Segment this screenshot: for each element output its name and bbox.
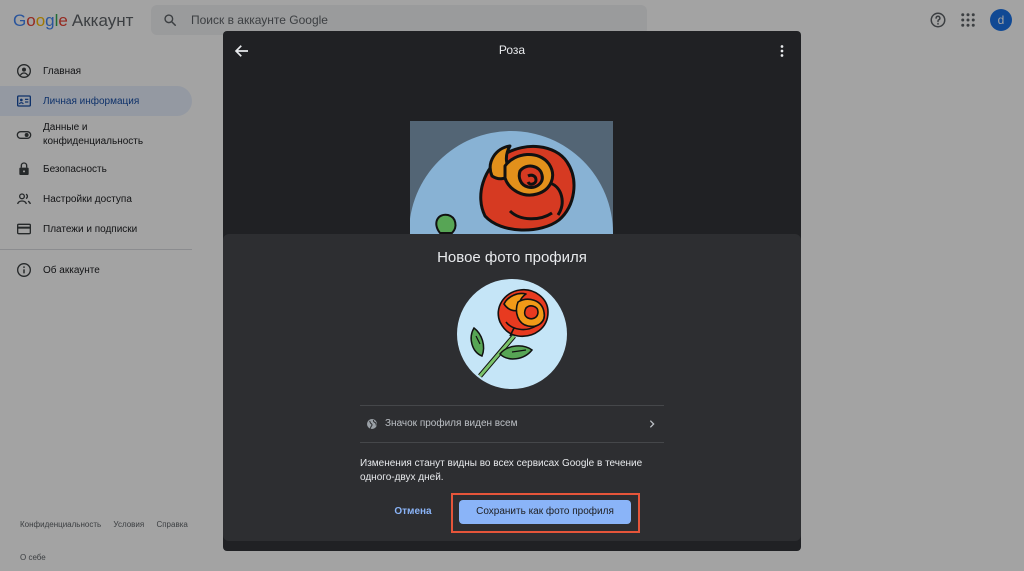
chevron-right-icon xyxy=(649,420,655,428)
info-text: Изменения станут видны во всех сервисах … xyxy=(360,458,643,483)
cancel-button[interactable]: Отмена xyxy=(390,502,436,522)
viewer-title: Роза xyxy=(498,43,526,57)
save-as-profile-photo-button[interactable]: Сохранить как фото профиля xyxy=(459,500,631,524)
visibility-row[interactable]: Значок профиля виден всем xyxy=(360,405,664,443)
visibility-label: Значок профиля виден всем xyxy=(385,418,518,429)
dialog-title: Новое фото профиля xyxy=(437,249,587,266)
new-profile-photo-dialog: Новое фото профиля Значок профиля виден … xyxy=(223,234,801,541)
profile-photo-preview xyxy=(457,279,567,389)
more-vert-icon[interactable] xyxy=(775,42,789,60)
globe-icon xyxy=(367,419,377,429)
